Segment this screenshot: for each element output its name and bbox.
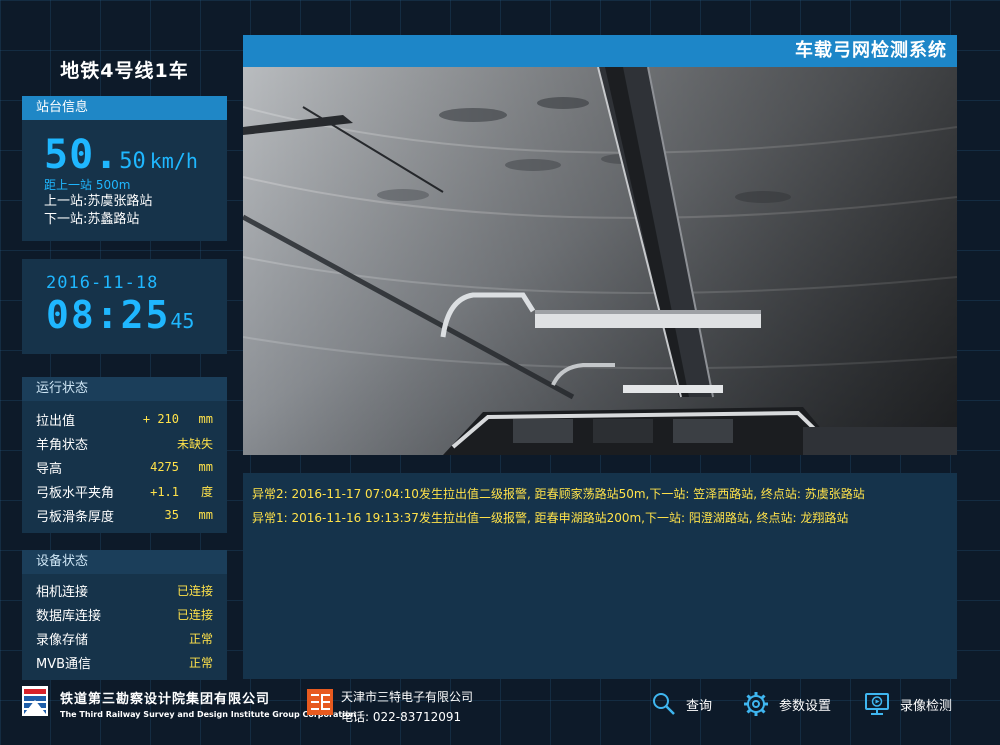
device-row-camera: 相机连接 已连接 — [22, 578, 227, 602]
status-label: 羊角状态 — [36, 437, 89, 453]
status-value: +1.1 — [150, 484, 179, 499]
device-value: 正常 — [188, 655, 213, 670]
query-label: 查询 — [686, 698, 713, 714]
status-value: 35 — [164, 508, 179, 522]
settings-button[interactable]: 参数设置 — [743, 690, 831, 718]
alarm-entry: 异常2: 2016-11-17 07:04:10发生拉出值二级报警, 距春顾家荡… — [252, 487, 865, 501]
recording-button[interactable]: 录像检测 — [864, 690, 952, 718]
search-icon — [653, 693, 675, 715]
status-unit: mm — [198, 460, 213, 474]
station-info-panel: 站台信息 50.50 km/h 距上一站 500m 上一站:苏虞张路站 下一站:苏… — [22, 96, 227, 241]
system-title: 车载弓网检测系统 — [795, 40, 947, 61]
status-row-pull-out: 拉出值 + 210 mm — [22, 407, 227, 431]
device-status-header: 设备状态 — [22, 550, 227, 574]
status-unit: 度 — [200, 484, 213, 499]
device-label: MVB通信 — [36, 656, 92, 672]
device-row-mvb: MVB通信 正常 — [22, 650, 227, 674]
status-value: + 210 — [142, 412, 179, 426]
clock-seconds: 45 — [170, 309, 195, 333]
company2-name: 天津市三特电子有限公司 — [341, 690, 474, 704]
device-value: 已连接 — [176, 583, 213, 598]
company2-phone: 电话: 022-83712091 — [341, 710, 462, 724]
next-station: 下一站:苏蠡路站 — [44, 212, 140, 227]
run-status-header: 运行状态 — [22, 377, 227, 401]
sante-logo-icon — [307, 689, 333, 719]
status-value: 4275 — [150, 460, 179, 474]
gear-icon — [744, 692, 768, 716]
camera-view — [243, 67, 957, 455]
device-row-storage: 录像存储 正常 — [22, 626, 227, 650]
status-unit: mm — [198, 508, 213, 522]
status-value: 未缺失 — [176, 436, 213, 451]
query-button[interactable]: 查询 — [652, 690, 712, 718]
speed-decimal: 50 — [119, 149, 146, 174]
run-status-panel: 运行状态 拉出值 + 210 mm 羊角状态 未缺失 导高 4275 mm 弓板水平… — [22, 377, 227, 533]
alarm-entry: 异常1: 2016-11-16 19:13:37发生拉出值一级报警, 距春申湖路… — [252, 511, 849, 525]
status-row-height: 导高 4275 mm — [22, 455, 227, 479]
clock-panel: 2016-11-18 08:2545 — [22, 259, 227, 354]
company2-block: 天津市三特电子有限公司 电话: 022-83712091 — [341, 688, 473, 725]
device-value: 正常 — [188, 631, 213, 646]
device-label: 相机连接 — [36, 584, 89, 600]
device-status-panel: 设备状态 相机连接 已连接 数据库连接 已连接 录像存储 正常 MVB通信 正常 — [22, 550, 227, 680]
settings-label: 参数设置 — [779, 698, 832, 714]
status-row-thickness: 弓板滑条厚度 35 mm — [22, 503, 227, 527]
device-value: 已连接 — [176, 607, 213, 622]
status-label: 弓板滑条厚度 — [36, 509, 115, 525]
status-label: 弓板水平夹角 — [36, 485, 115, 501]
prev-station: 上一站:苏虞张路站 — [44, 194, 153, 209]
status-row-horn: 羊角状态 未缺失 — [22, 431, 227, 455]
clock-date: 2016-11-18 — [46, 273, 159, 293]
camera-image — [243, 67, 957, 455]
status-label: 导高 — [36, 461, 63, 477]
status-label: 拉出值 — [36, 413, 76, 429]
tsdi-logo-icon — [22, 686, 48, 720]
status-unit: mm — [198, 412, 213, 426]
system-title-bar: 车载弓网检测系统 — [243, 35, 957, 67]
clock-hour-minute: 08:25 — [46, 293, 171, 337]
status-row-angle: 弓板水平夹角 +1.1 度 — [22, 479, 227, 503]
device-label: 数据库连接 — [36, 608, 102, 624]
device-row-database: 数据库连接 已连接 — [22, 602, 227, 626]
speed-unit: km/h — [149, 149, 198, 173]
speed-readout: 50.50 km/h — [22, 132, 227, 178]
device-label: 录像存储 — [36, 632, 89, 648]
recording-label: 录像检测 — [900, 698, 953, 714]
distance-prev-station: 距上一站 500m — [44, 178, 131, 192]
speed-value: 50. — [44, 132, 120, 178]
train-title: 地铁4号线1车 — [60, 60, 189, 82]
clock-time: 08:2545 — [22, 293, 227, 337]
video-monitor-icon — [865, 693, 889, 715]
alarm-log: 异常2: 2016-11-17 07:04:10发生拉出值二级报警, 距春顾家荡… — [243, 473, 957, 679]
station-info-header: 站台信息 — [22, 96, 227, 120]
